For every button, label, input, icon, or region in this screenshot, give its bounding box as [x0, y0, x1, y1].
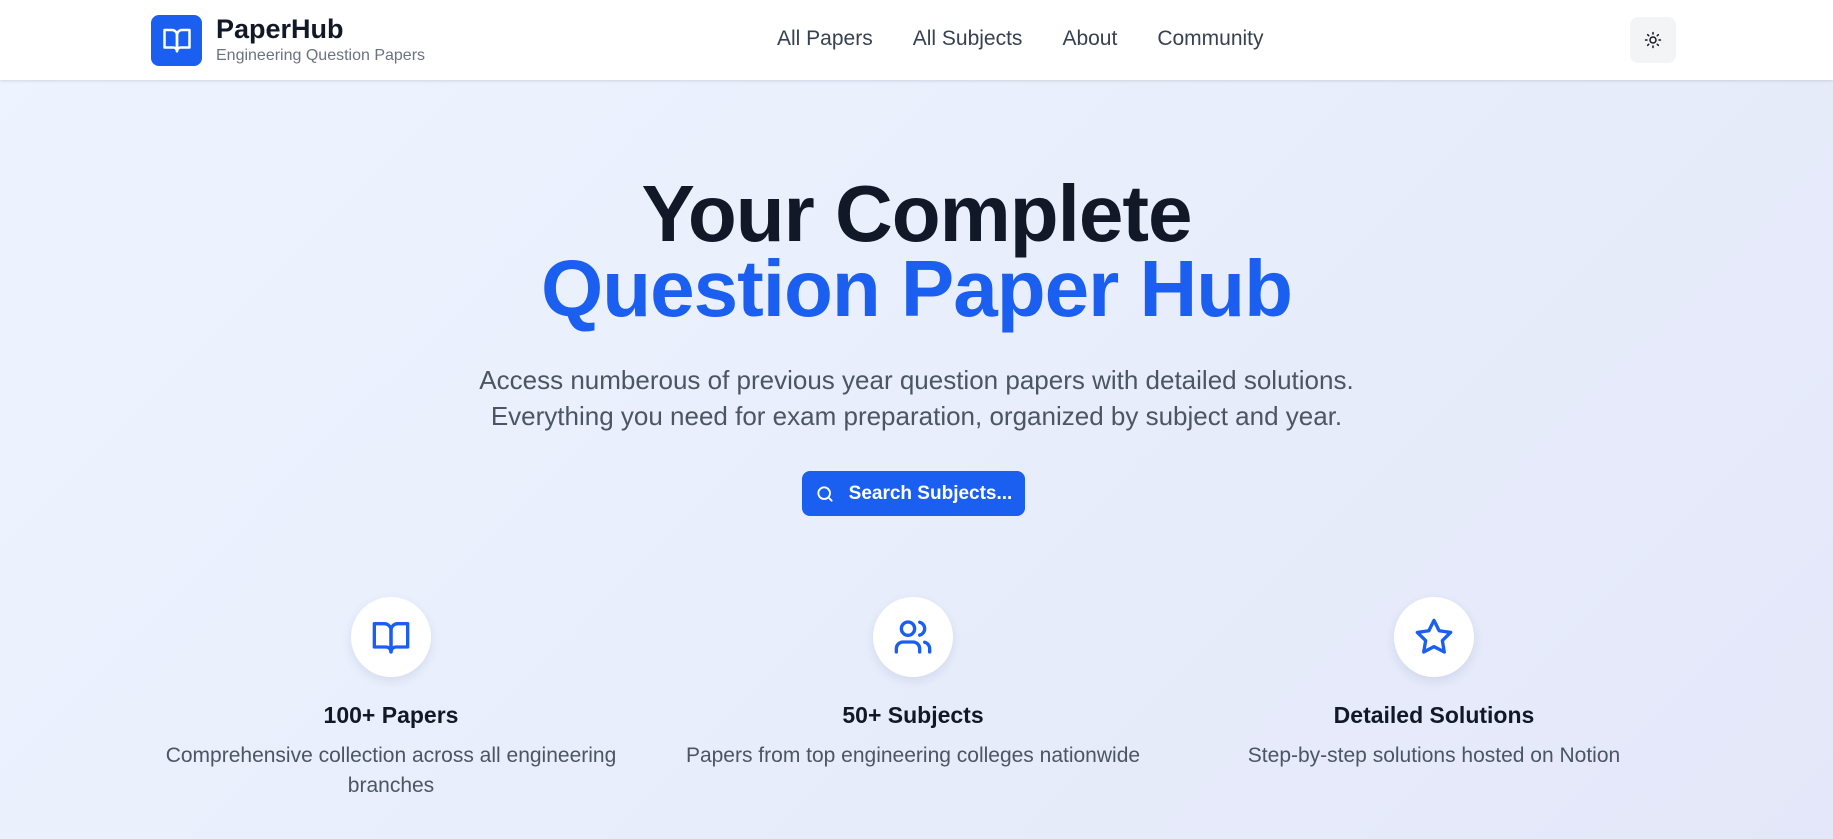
hero-title: Your Complete Question Paper Hub	[0, 169, 1833, 333]
star-icon	[1394, 597, 1474, 677]
feature-solutions: Detailed Solutions Step-by-step solution…	[1194, 597, 1674, 771]
search-button-label: Search Subjects...	[848, 482, 1013, 504]
nav-link-about[interactable]: About	[1062, 24, 1117, 54]
hero-subtitle: Access numberous of previous year questi…	[0, 362, 1833, 434]
feature-title: 50+ Subjects	[842, 702, 984, 728]
nav-link-all-subjects[interactable]: All Subjects	[913, 24, 1023, 54]
brand-name: PaperHub	[216, 14, 344, 44]
feature-description: Papers from top engineering colleges nat…	[685, 744, 1141, 767]
sun-icon	[1644, 31, 1662, 49]
feature-title: Detailed Solutions	[1333, 702, 1535, 728]
feature-title: 100+ Papers	[323, 702, 459, 728]
hero-subtitle-line2: Everything you need for exam preparation…	[490, 401, 1343, 431]
feature-description: Step-by-step solutions hosted on Notion	[1247, 744, 1621, 767]
users-icon	[873, 597, 953, 677]
search-subjects-button[interactable]: Search Subjects...	[802, 471, 1025, 516]
nav-link-all-papers[interactable]: All Papers	[777, 24, 873, 54]
brand-home-link[interactable]: PaperHub Engineering Question Papers	[151, 14, 425, 66]
feature-description: Comprehensive collection across all engi…	[165, 744, 617, 797]
search-icon	[815, 484, 835, 504]
hero-title-line2: Question Paper Hub	[541, 244, 1293, 333]
book-open-icon	[351, 597, 431, 677]
hero-subtitle-line1: Access numberous of previous year questi…	[479, 365, 1354, 395]
feature-papers: 100+ Papers Comprehensive collection acr…	[151, 597, 631, 801]
hero-title-line1: Your Complete	[641, 169, 1192, 258]
main-nav: All Papers All Subjects About Community	[777, 24, 1264, 54]
theme-toggle-button[interactable]	[1630, 17, 1676, 63]
nav-link-community[interactable]: Community	[1157, 24, 1263, 54]
navbar: PaperHub Engineering Question Papers All…	[0, 0, 1833, 80]
feature-subjects: 50+ Subjects Papers from top engineering…	[673, 597, 1153, 771]
book-open-logo-icon	[151, 14, 202, 66]
brand-tagline: Engineering Question Papers	[216, 47, 426, 64]
brand-text: PaperHub Engineering Question Papers	[216, 14, 425, 66]
